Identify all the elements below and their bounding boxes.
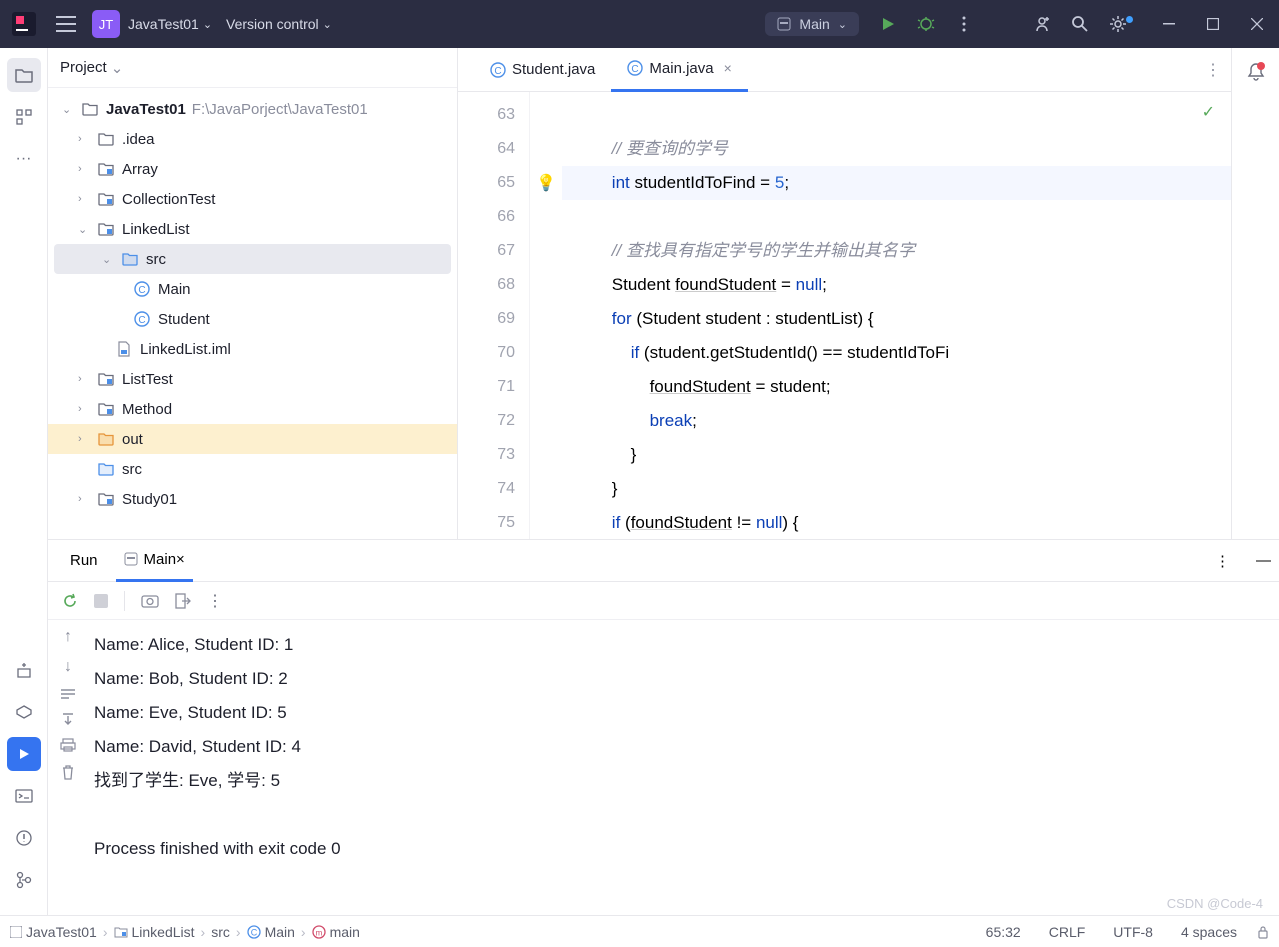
debug-button[interactable] <box>907 15 945 33</box>
editor-tabs: CStudent.javaCMain.java× ⋮ <box>458 48 1231 92</box>
tree-item[interactable]: ›Method <box>48 394 457 424</box>
project-panel: Project⌄ ⌄JavaTest01F:\JavaPorject\JavaT… <box>48 48 458 539</box>
gutter[interactable]: 63646566676869707172737475 <box>458 92 530 539</box>
right-tool-rail <box>1231 48 1279 539</box>
rerun-icon[interactable] <box>62 593 78 609</box>
problems-tool-button[interactable] <box>7 821 41 855</box>
exit-icon[interactable] <box>175 593 191 609</box>
tree-item[interactable]: ›out <box>48 424 457 454</box>
statusbar: JavaTest01› LinkedList› src›C Main›m mai… <box>0 915 1279 947</box>
scroll-to-end-icon[interactable] <box>61 712 75 726</box>
more-actions-icon[interactable] <box>945 16 983 32</box>
toolbar-more-icon[interactable]: ⋮ <box>207 591 223 611</box>
left-tool-rail: ··· <box>0 48 48 915</box>
svg-text:C: C <box>494 66 501 77</box>
run-button[interactable] <box>869 16 907 32</box>
tree-item[interactable]: CStudent <box>48 304 457 334</box>
editor: CStudent.javaCMain.java× ⋮ ✓ 63646566676… <box>458 48 1231 539</box>
screenshot-icon[interactable] <box>141 594 159 608</box>
minimize-button[interactable] <box>1147 0 1191 48</box>
tree-item[interactable]: ⌄LinkedList <box>48 214 457 244</box>
indent-setting[interactable]: 4 spaces <box>1181 924 1237 940</box>
run-config-selector[interactable]: Main⌄ <box>765 12 859 36</box>
tree-item[interactable]: ›.idea <box>48 124 457 154</box>
console-side-toolbar: ↑ ↓ <box>48 620 88 915</box>
run-config-tab[interactable]: Main × <box>116 540 193 582</box>
structure-tool-button[interactable] <box>7 100 41 134</box>
project-tool-button[interactable] <box>7 58 41 92</box>
breadcrumbs[interactable]: JavaTest01› LinkedList› src›C Main›m mai… <box>10 924 360 940</box>
code-editor[interactable]: // 要查询的学号 int studentIdToFind = 5; // 查找… <box>562 92 1231 539</box>
editor-tab[interactable]: CStudent.java <box>474 48 611 92</box>
tree-item[interactable]: src <box>48 454 457 484</box>
tree-item[interactable]: ›ListTest <box>48 364 457 394</box>
readonly-lock-icon[interactable] <box>1257 925 1269 939</box>
bookmarks-tool-button[interactable] <box>7 653 41 687</box>
close-run-tab-icon[interactable]: × <box>176 551 185 568</box>
svg-text:C: C <box>138 285 145 296</box>
terminal-tool-button[interactable] <box>7 779 41 813</box>
svg-text:m: m <box>315 928 322 937</box>
run-panel-label[interactable]: Run <box>62 540 106 582</box>
stop-icon[interactable] <box>94 594 108 608</box>
run-panel: Run Main × ⋮ — ⋮ ↑ <box>48 540 1279 915</box>
settings-icon[interactable] <box>1099 14 1137 34</box>
close-button[interactable] <box>1235 0 1279 48</box>
svg-text:C: C <box>250 927 257 937</box>
code-with-me-icon[interactable] <box>1023 15 1061 33</box>
clear-icon[interactable] <box>61 764 75 780</box>
services-tool-button[interactable] <box>7 695 41 729</box>
main-menu-icon[interactable] <box>48 16 84 32</box>
tree-item[interactable]: ›Study01 <box>48 484 457 514</box>
tree-item[interactable]: ⌄JavaTest01F:\JavaPorject\JavaTest01 <box>48 94 457 124</box>
run-tool-button[interactable] <box>7 737 41 771</box>
watermark: CSDN @Code-4 <box>1167 896 1263 911</box>
file-encoding[interactable]: UTF-8 <box>1113 924 1153 940</box>
cursor-position[interactable]: 65:32 <box>986 924 1021 940</box>
run-panel-options-icon[interactable]: ⋮ <box>1207 540 1238 582</box>
analysis-ok-icon[interactable]: ✓ <box>1202 102 1215 122</box>
soft-wrap-icon[interactable] <box>60 688 76 700</box>
run-toolbar: ⋮ <box>48 582 1279 620</box>
project-dropdown[interactable]: JavaTest01⌄ <box>128 16 212 32</box>
project-panel-header[interactable]: Project⌄ <box>48 48 457 88</box>
svg-text:C: C <box>632 64 639 75</box>
git-tool-button[interactable] <box>7 863 41 897</box>
maximize-button[interactable] <box>1191 0 1235 48</box>
tree-item[interactable]: LinkedList.iml <box>48 334 457 364</box>
titlebar: JT JavaTest01⌄ Version control⌄ Main⌄ <box>0 0 1279 48</box>
hide-run-panel-icon[interactable]: — <box>1248 540 1279 582</box>
vcs-dropdown[interactable]: Version control⌄ <box>226 16 332 32</box>
svg-text:C: C <box>138 315 145 326</box>
scroll-up-icon[interactable]: ↑ <box>64 628 72 646</box>
editor-tabs-more-icon[interactable]: ⋮ <box>1195 60 1231 80</box>
close-tab-icon[interactable]: × <box>724 60 732 76</box>
more-tools-button[interactable]: ··· <box>7 142 41 176</box>
tree-item[interactable]: CMain <box>48 274 457 304</box>
line-separator[interactable]: CRLF <box>1049 924 1086 940</box>
notifications-icon[interactable] <box>1247 62 1265 82</box>
editor-tab[interactable]: CMain.java× <box>611 48 747 92</box>
tree-item[interactable]: ⌄src <box>54 244 451 274</box>
project-tree[interactable]: ⌄JavaTest01F:\JavaPorject\JavaTest01›.id… <box>48 88 457 539</box>
tree-item[interactable]: ›Array <box>48 154 457 184</box>
project-badge[interactable]: JT <box>92 10 120 38</box>
console-output[interactable]: Name: Alice, Student ID: 1Name: Bob, Stu… <box>88 620 1279 915</box>
search-icon[interactable] <box>1061 15 1099 33</box>
scroll-down-icon[interactable]: ↓ <box>64 658 72 676</box>
print-icon[interactable] <box>60 738 76 752</box>
intention-bulb-icon[interactable]: 💡 <box>536 173 556 193</box>
tree-item[interactable]: ›CollectionTest <box>48 184 457 214</box>
app-icon <box>0 12 48 36</box>
